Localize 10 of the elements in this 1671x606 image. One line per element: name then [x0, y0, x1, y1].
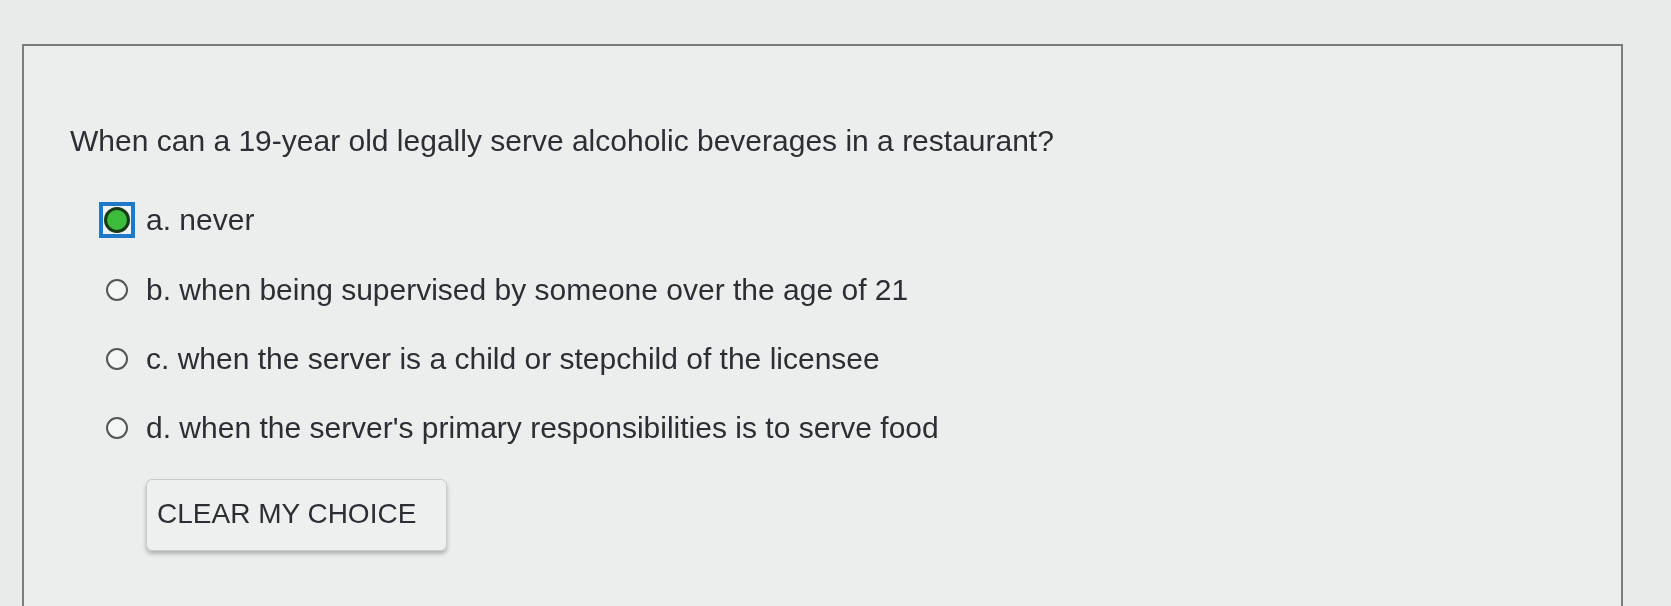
clear-choice-button[interactable]: CLEAR MY CHOICE [146, 479, 448, 551]
radio-button[interactable] [106, 348, 128, 370]
radio-button[interactable] [106, 417, 128, 439]
option-label[interactable]: a. never [146, 203, 255, 237]
radio-button[interactable] [99, 202, 135, 238]
question-text: When can a 19-year old legally serve alcoholic beverages in a restaurant? [70, 124, 1055, 158]
option-label[interactable]: c. when the server is a child or stepchild of the licensee [146, 342, 880, 376]
option-label[interactable]: b. when being supervised by someone over the age of 21 [146, 273, 909, 307]
radio-button[interactable] [106, 279, 128, 301]
option-label[interactable]: d. when the server's primary responsibilities is to serve food [146, 411, 939, 445]
